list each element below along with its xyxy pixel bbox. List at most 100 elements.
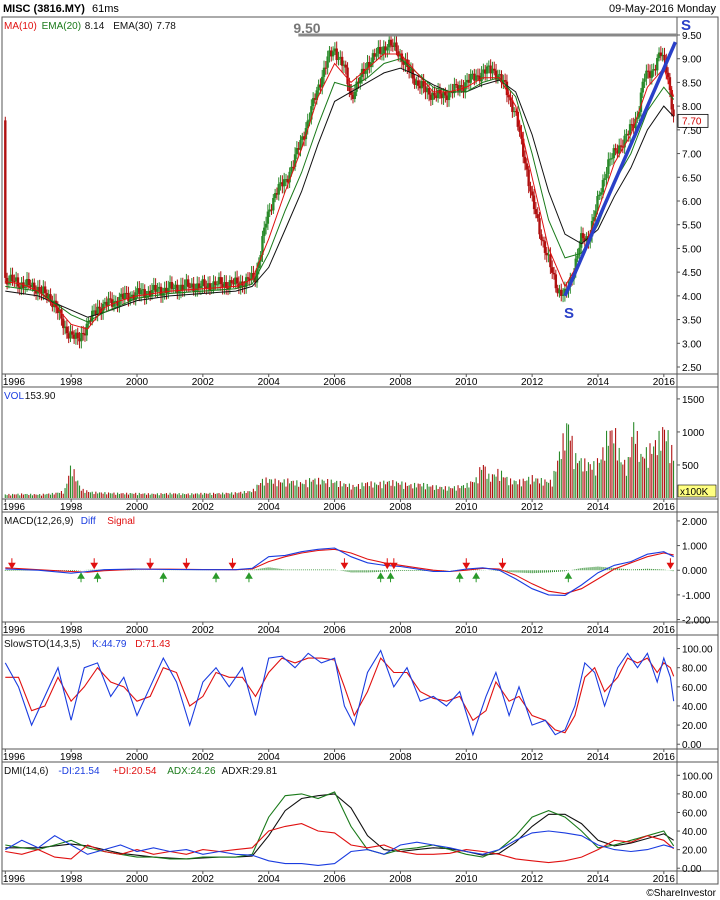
price-candle-body xyxy=(335,48,338,60)
x-tick-label: 2008 xyxy=(389,874,412,885)
price-candle-body xyxy=(76,332,79,339)
price-candle-body xyxy=(167,287,170,294)
y-tick-label: 80.00 xyxy=(682,790,707,801)
buy-arrow xyxy=(212,572,220,583)
legend-label: SlowSTO(14,3,5) xyxy=(4,639,81,650)
chart-date: 09-May-2016 Monday xyxy=(609,3,717,15)
legend-value: 153.90 xyxy=(25,391,56,402)
price-candle-body xyxy=(219,277,222,284)
price-candle-body xyxy=(11,274,14,282)
price-candle-body xyxy=(485,66,489,74)
slowsto-frame xyxy=(1,634,719,763)
price-candle-body xyxy=(645,70,648,79)
buy-arrow xyxy=(245,572,253,583)
x-tick-label: 1998 xyxy=(60,752,83,763)
x-tick-label: 2010 xyxy=(455,752,478,763)
x-tick-label: 2016 xyxy=(653,874,676,885)
price-candle-body xyxy=(203,279,206,287)
price-candle-body xyxy=(109,298,112,300)
price-candle-body xyxy=(551,267,554,273)
price-candle-body xyxy=(601,179,605,193)
price-candle-body xyxy=(282,179,286,187)
price-candle-body xyxy=(235,277,239,284)
y-tick-label: 1000 xyxy=(682,428,705,439)
legend-label: D:71.43 xyxy=(135,639,170,650)
render-time: 61ms xyxy=(92,3,119,15)
price-candle-body xyxy=(460,85,463,87)
x-tick-label: 2002 xyxy=(192,502,215,513)
x-tick-label: 2012 xyxy=(521,752,544,763)
sell-arrow xyxy=(182,558,191,570)
sell-arrow xyxy=(498,558,507,570)
x-tick-label: 2008 xyxy=(389,502,412,513)
x-tick-label: 2008 xyxy=(389,625,412,636)
price-candle-body xyxy=(619,145,623,147)
y-tick-label: 9.00 xyxy=(682,55,702,66)
chart-title: MISC (3816.MY) xyxy=(3,3,85,15)
y-tick-label: 80.00 xyxy=(682,664,707,675)
price-candle-body xyxy=(375,53,378,57)
price-candle-body xyxy=(628,124,632,135)
price-candle-body xyxy=(643,78,646,82)
slowsto-k-line xyxy=(4,649,675,737)
sell-arrow xyxy=(389,558,398,570)
price-candle-body xyxy=(503,80,507,82)
price-candle-body xyxy=(4,120,7,278)
y-tick-label: 0.000 xyxy=(682,566,707,577)
volume-unit-label: x100K xyxy=(680,487,709,498)
price-candle-body xyxy=(663,54,666,61)
macd-panel: 2.000 1.000 0.000 -1.000 -2.000 1996 1998 2000 2… xyxy=(1,511,719,636)
x-tick-label: 1996 xyxy=(3,625,26,636)
x-tick-label: 2000 xyxy=(126,502,149,513)
buy-arrow xyxy=(376,572,385,583)
x-tick-label: 1996 xyxy=(3,377,26,388)
y-tick-label: 60.00 xyxy=(682,683,707,694)
price-candle-body xyxy=(337,58,340,60)
volume-panel: 1500 1000 500 x100K 1996 1998 2000 2002 2004 2006… xyxy=(1,386,719,513)
y-tick-label: 1500 xyxy=(682,395,705,406)
legend-label: K:44.79 xyxy=(92,639,127,650)
resistance-label: 9.50 xyxy=(293,20,320,36)
x-tick-label: 2006 xyxy=(323,625,346,636)
trend-line xyxy=(563,41,677,297)
x-tick-label: 2012 xyxy=(521,874,544,885)
legend-label: MACD(12,26,9) xyxy=(4,516,73,527)
x-tick-label: 2012 xyxy=(521,502,544,513)
x-tick-label: 1998 xyxy=(60,874,83,885)
legend-label: EMA(30) xyxy=(113,21,152,32)
price-candle-body xyxy=(322,67,326,77)
price-candle-body xyxy=(650,70,654,78)
x-tick-label: 2004 xyxy=(258,377,281,388)
y-tick-label: 20.00 xyxy=(682,846,707,857)
price-candle-body xyxy=(172,287,175,290)
price-candle-body xyxy=(416,80,420,86)
price-candle-body xyxy=(389,39,393,46)
price-candle-body xyxy=(641,81,644,93)
macd-diff-line xyxy=(5,547,674,596)
buy-arrow xyxy=(77,572,85,583)
price-candle-body xyxy=(480,72,483,82)
y-tick-label: 7.00 xyxy=(682,150,702,161)
slowsto-panel: 100.00 80.00 60.00 40.00 20.00 0.00 1996 1998 20… xyxy=(1,634,719,763)
legend-label: EMA(20) xyxy=(42,21,81,32)
x-tick-label: 2004 xyxy=(258,874,281,885)
price-candle-body xyxy=(395,42,398,52)
sell-arrow xyxy=(462,558,471,570)
y-tick-label: 100.00 xyxy=(682,771,713,782)
price-candle-body xyxy=(543,241,547,253)
x-tick-label: 2004 xyxy=(258,752,281,763)
price-candle-body xyxy=(208,283,212,291)
y-tick-label: 6.00 xyxy=(682,197,702,208)
x-tick-label: 2012 xyxy=(521,377,544,388)
price-candle-body xyxy=(27,278,31,286)
price-candle-body xyxy=(532,195,536,210)
x-tick-label: 2010 xyxy=(455,502,478,513)
price-candle-body xyxy=(43,286,47,294)
price-candle-body xyxy=(525,163,529,170)
y-tick-label: 2.000 xyxy=(682,517,707,528)
price-panel: 9.50SS9.509.008.508.007.507.006.506.005.… xyxy=(1,16,719,388)
price-candle-body xyxy=(610,158,614,160)
price-candle-body xyxy=(599,192,603,195)
price-candle-body xyxy=(98,306,101,309)
x-tick-label: 1998 xyxy=(60,502,83,513)
